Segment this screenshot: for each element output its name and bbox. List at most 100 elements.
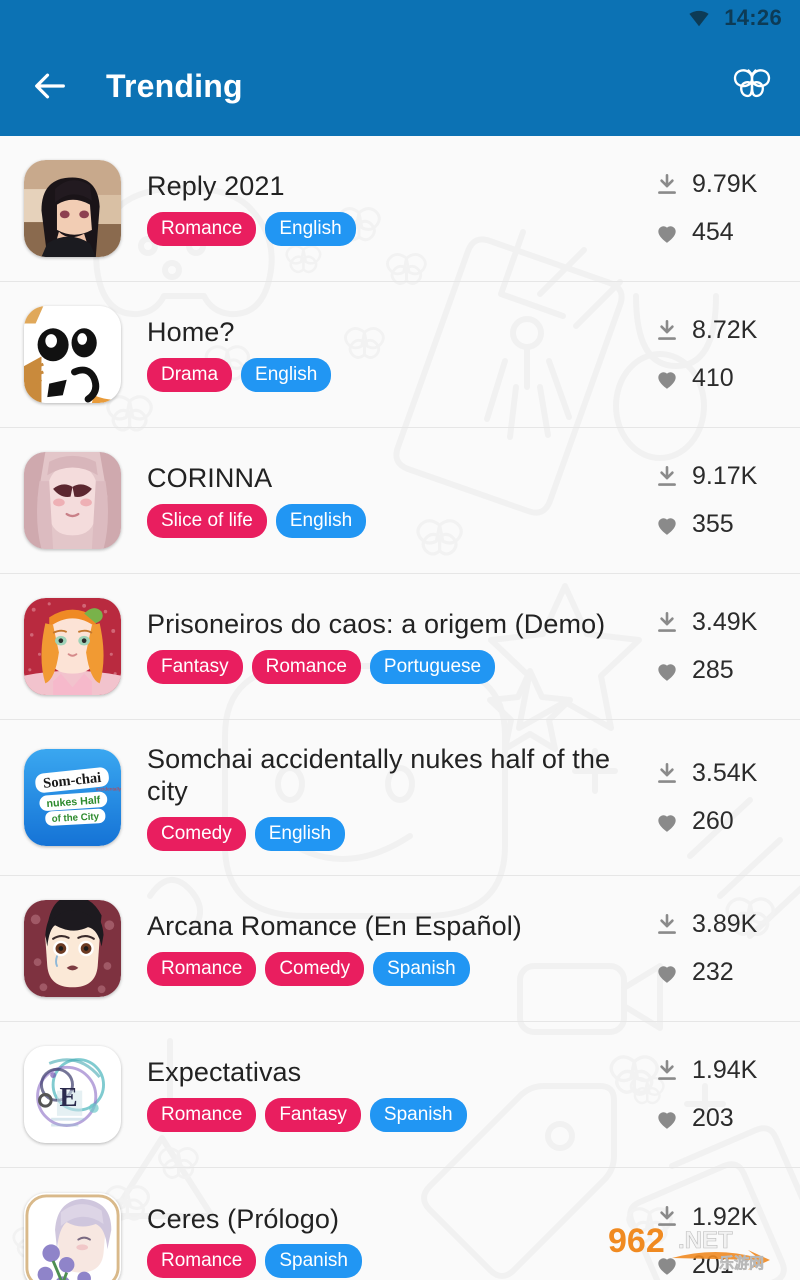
- list-item[interactable]: CORINNA Slice of life English 9.17K 355: [0, 428, 800, 574]
- downloads-stat: 8.72K: [654, 318, 757, 344]
- downloads-value: 8.72K: [692, 316, 758, 344]
- downloads-value: 3.54K: [692, 759, 758, 787]
- likes-value: 201: [692, 1250, 734, 1279]
- download-icon: [658, 913, 676, 934]
- heart-icon: [658, 371, 676, 389]
- item-tags: Romance Fantasy Spanish: [147, 1097, 640, 1132]
- thumbnail[interactable]: E: [24, 1046, 121, 1143]
- likes-stat: 454: [654, 220, 734, 246]
- item-meta: Somchai accidentally nukes half of the c…: [121, 744, 650, 851]
- heart-icon: [658, 1111, 676, 1129]
- list-item[interactable]: Ceres (Prólogo) Romance Spanish 1.92K 20…: [0, 1168, 800, 1280]
- downloads-stat: 1.94K: [654, 1058, 757, 1084]
- thumbnail[interactable]: [24, 160, 121, 257]
- item-tags: Romance Spanish: [147, 1244, 640, 1279]
- language-tag[interactable]: Spanish: [373, 951, 470, 986]
- thumbnail[interactable]: [24, 452, 121, 549]
- cover-art-prisoneiros: [24, 598, 121, 695]
- item-meta: Prisoneiros do caos: a origem (Demo) Fan…: [121, 609, 650, 684]
- item-tags: Romance English: [147, 211, 640, 246]
- item-meta: Arcana Romance (En Español) Romance Come…: [121, 911, 650, 986]
- back-button[interactable]: [26, 62, 74, 110]
- item-tags: Romance Comedy Spanish: [147, 951, 640, 986]
- likes-stat: 285: [654, 658, 734, 684]
- item-title: Somchai accidentally nukes half of the c…: [147, 744, 611, 806]
- butterfly-icon: [733, 69, 771, 98]
- trending-list: Reply 2021 Romance English 9.79K 454 Hom…: [0, 136, 800, 1280]
- item-stats: 8.72K 410: [650, 318, 782, 392]
- language-tag[interactable]: English: [265, 211, 356, 246]
- genre-tag[interactable]: Slice of life: [147, 503, 267, 538]
- genre-tag[interactable]: Fantasy: [265, 1097, 361, 1132]
- cover-art-corinna: [24, 452, 121, 549]
- genre-tag[interactable]: Romance: [251, 649, 361, 684]
- thumbnail[interactable]: Som-chai nukes Half of the City accident…: [24, 749, 121, 846]
- downloads-stat: 9.17K: [654, 464, 757, 490]
- item-meta: Expectativas Romance Fantasy Spanish: [121, 1057, 650, 1132]
- downloads-stat: 3.89K: [654, 912, 757, 938]
- download-icon: [658, 611, 676, 632]
- svg-text:E: E: [60, 1082, 78, 1112]
- language-tag[interactable]: Spanish: [265, 1244, 362, 1279]
- genre-tag[interactable]: Comedy: [147, 816, 246, 851]
- cover-art-arcana-romance: [24, 900, 121, 997]
- item-stats: 9.17K 355: [650, 464, 782, 538]
- cover-art-ceres: [24, 1192, 121, 1280]
- page-title: Trending: [106, 67, 243, 104]
- thumbnail[interactable]: [24, 1192, 121, 1280]
- item-stats: 3.49K 285: [650, 610, 782, 684]
- app-bar: Trending: [0, 36, 800, 136]
- likes-stat: 355: [654, 512, 734, 538]
- thumbnail[interactable]: [24, 900, 121, 997]
- likes-value: 355: [692, 510, 734, 538]
- item-title: Expectativas: [147, 1057, 302, 1088]
- list-item[interactable]: Home? Drama English 8.72K 410: [0, 282, 800, 428]
- genre-tag[interactable]: Romance: [147, 951, 257, 986]
- genre-tag[interactable]: Drama: [147, 357, 233, 392]
- genre-tag[interactable]: Romance: [147, 211, 257, 246]
- item-tags: Fantasy Romance Portuguese: [147, 649, 640, 684]
- genre-tag[interactable]: Comedy: [265, 951, 365, 986]
- genre-tag[interactable]: Fantasy: [147, 649, 243, 684]
- wifi-icon: [689, 10, 709, 27]
- likes-stat: 410: [654, 366, 734, 392]
- item-tags: Comedy English: [147, 816, 640, 851]
- likes-value: 260: [692, 807, 734, 835]
- downloads-value: 9.79K: [692, 170, 758, 198]
- language-tag[interactable]: English: [254, 816, 346, 851]
- item-title: Reply 2021: [147, 171, 285, 202]
- downloads-stat: 9.79K: [654, 172, 757, 198]
- list-item[interactable]: Reply 2021 Romance English 9.79K 454: [0, 136, 800, 282]
- heart-icon: [658, 814, 676, 832]
- list-item[interactable]: E Expectativas Romance Fantasy Spanish 1…: [0, 1022, 800, 1168]
- download-icon: [658, 465, 676, 486]
- item-stats: 3.89K 232: [650, 912, 782, 986]
- item-title: CORINNA: [147, 463, 273, 494]
- downloads-stat: 3.54K: [654, 761, 757, 787]
- language-tag[interactable]: Portuguese: [369, 649, 496, 684]
- likes-stat: 260: [654, 809, 734, 835]
- list-item[interactable]: Prisoneiros do caos: a origem (Demo) Fan…: [0, 574, 800, 720]
- item-stats: 1.92K 201: [650, 1204, 782, 1278]
- item-meta: Reply 2021 Romance English: [121, 171, 650, 246]
- heart-icon: [658, 663, 676, 681]
- list-item[interactable]: Arcana Romance (En Español) Romance Come…: [0, 876, 800, 1022]
- download-icon: [658, 319, 676, 340]
- genre-tag[interactable]: Romance: [147, 1244, 257, 1279]
- language-tag[interactable]: English: [241, 357, 332, 392]
- thumbnail[interactable]: [24, 306, 121, 403]
- list-item[interactable]: Som-chai nukes Half of the City accident…: [0, 720, 800, 876]
- download-icon: [658, 1059, 676, 1080]
- download-icon: [658, 1205, 676, 1226]
- genre-tag[interactable]: Romance: [147, 1097, 257, 1132]
- item-title: Arcana Romance (En Español): [147, 911, 522, 942]
- language-tag[interactable]: English: [275, 503, 367, 538]
- thumbnail[interactable]: [24, 598, 121, 695]
- butterfly-button[interactable]: [726, 60, 778, 112]
- likes-stat: 201: [654, 1252, 734, 1278]
- language-tag[interactable]: Spanish: [369, 1097, 467, 1132]
- likes-value: 232: [692, 958, 734, 986]
- item-title: Home?: [147, 317, 235, 348]
- downloads-stat: 3.49K: [654, 610, 757, 636]
- downloads-value: 3.49K: [692, 608, 758, 636]
